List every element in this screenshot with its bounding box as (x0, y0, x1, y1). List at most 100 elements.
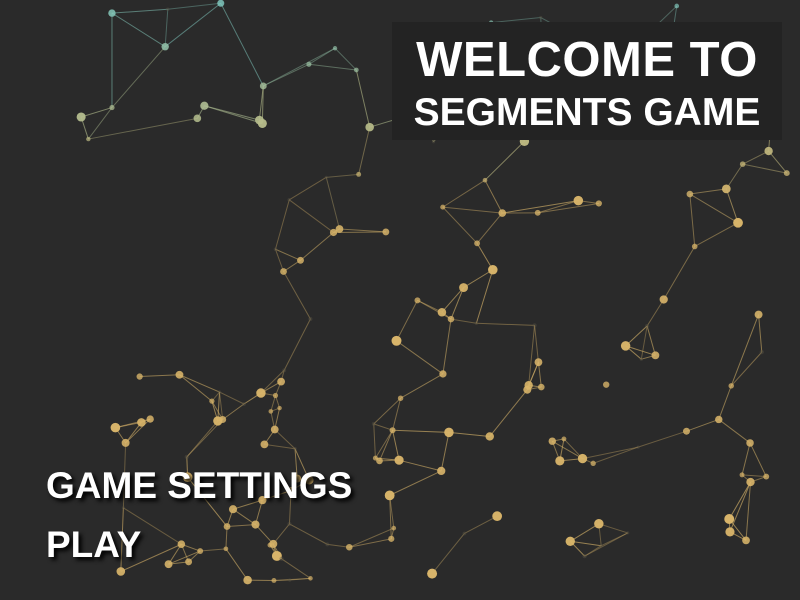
network-node (217, 390, 222, 394)
network-edge (349, 538, 392, 548)
network-node (116, 567, 126, 576)
network-edge (689, 194, 696, 247)
network-edge (300, 232, 334, 261)
network-edge (339, 228, 386, 233)
network-node (488, 264, 498, 275)
network-edge (689, 188, 727, 195)
network-edge (694, 222, 739, 247)
network-node (219, 415, 227, 424)
network-edge (728, 481, 751, 520)
network-node (161, 42, 169, 51)
network-edge (442, 206, 503, 214)
title-banner: WELCOME TO SEGMENTS GAME (392, 22, 782, 140)
network-node (474, 321, 479, 325)
network-edge (392, 398, 402, 431)
network-edge (741, 442, 751, 476)
network-node (256, 388, 266, 398)
network-edge (442, 319, 452, 375)
network-edge (88, 117, 198, 140)
network-edge (442, 179, 486, 208)
network-node (353, 67, 359, 73)
network-edge (179, 374, 213, 402)
network-node (603, 381, 610, 388)
network-node (136, 373, 143, 380)
network-edge (758, 314, 763, 353)
game-settings-button[interactable]: GAME SETTINGS (46, 466, 352, 506)
network-node (739, 472, 745, 478)
network-edge (484, 179, 503, 214)
network-node (185, 558, 193, 566)
network-edge (334, 47, 357, 71)
network-node (251, 520, 260, 529)
network-edge (227, 524, 256, 528)
network-node (306, 61, 312, 67)
network-edge (417, 299, 452, 320)
network-edge (87, 107, 113, 140)
network-node (674, 3, 680, 9)
network-edge (81, 107, 113, 118)
network-node (223, 546, 229, 552)
network-node (279, 556, 284, 561)
network-node (287, 198, 292, 202)
network-edge (283, 318, 311, 371)
network-edge (373, 423, 376, 459)
network-node (686, 190, 694, 198)
network-node (565, 536, 575, 546)
network-edge (398, 459, 442, 472)
network-edge (725, 188, 739, 223)
network-node (121, 506, 125, 510)
title-line-1: WELCOME TO (416, 33, 758, 87)
network-node (268, 409, 274, 414)
network-edge (730, 314, 760, 387)
network-edge (283, 271, 311, 320)
network-node (492, 511, 503, 522)
network-node (391, 525, 397, 531)
network-edge (718, 385, 732, 420)
network-edge (570, 523, 600, 542)
network-node (297, 256, 304, 264)
title-line-2: SEGMENTS GAME (413, 91, 761, 134)
network-node (308, 316, 313, 322)
network-node (440, 204, 446, 210)
network-edge (379, 430, 394, 462)
network-node (86, 136, 91, 142)
network-edge (200, 548, 226, 552)
network-node (447, 315, 455, 323)
network-edge (448, 431, 490, 437)
network-node (394, 455, 404, 465)
network-node (691, 243, 698, 250)
network-edge (326, 173, 359, 178)
network-edge (167, 2, 221, 10)
network-node (388, 535, 395, 542)
network-edge (111, 46, 166, 108)
network-node (626, 531, 630, 535)
network-node (389, 427, 396, 434)
network-node (636, 445, 640, 449)
network-edge (325, 177, 340, 230)
network-edge (725, 163, 744, 190)
network-node (372, 455, 378, 461)
network-node (431, 140, 436, 144)
network-node (277, 405, 282, 411)
network-node (259, 82, 267, 90)
network-node (534, 358, 543, 367)
network-node (437, 307, 447, 317)
network-node (110, 422, 121, 433)
network-edge (220, 3, 264, 87)
network-node (308, 576, 313, 581)
network-node (209, 398, 215, 404)
network-edge (537, 202, 599, 214)
network-node (137, 418, 146, 427)
network-edge (686, 418, 719, 432)
network-edge (431, 533, 465, 574)
network-node (539, 15, 543, 20)
network-node (356, 171, 362, 177)
network-node (746, 439, 754, 447)
play-button[interactable]: PLAY (46, 525, 141, 565)
network-node (427, 568, 438, 579)
network-edge (476, 212, 503, 244)
network-node (76, 112, 86, 122)
network-node (177, 540, 186, 549)
network-edge (396, 340, 444, 375)
network-node (329, 228, 338, 237)
